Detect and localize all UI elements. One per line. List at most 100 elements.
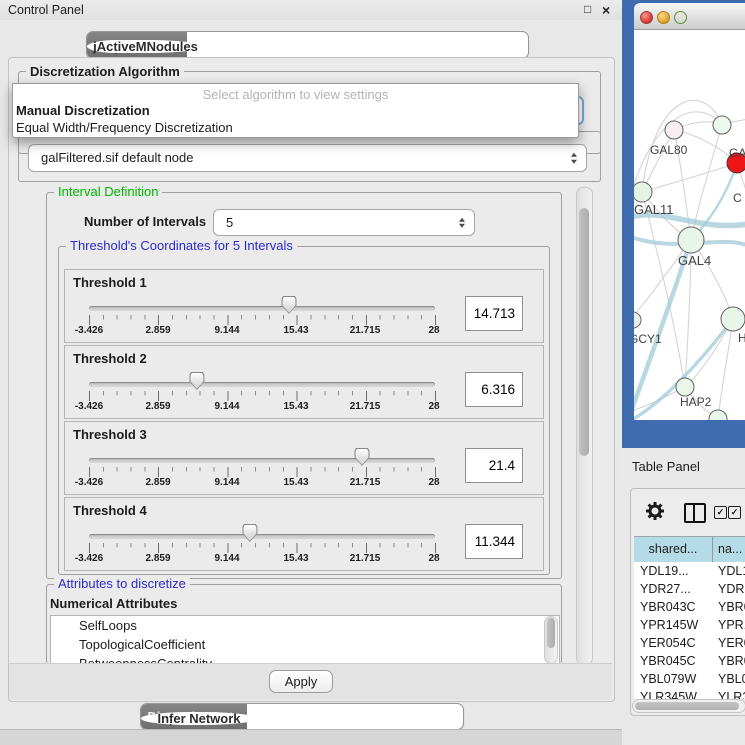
threshold-4-label: Threshold 4 [73,503,147,518]
node-hap2[interactable] [676,378,694,396]
threshold-1-label: Threshold 1 [73,275,147,290]
table-row[interactable]: YER054CYER0... [634,634,745,652]
tick-label: -3.426 [75,401,103,412]
algorithm-placeholder: Select algorithm to view settings [13,87,578,102]
threshold-1-value-field[interactable] [465,296,523,331]
table-hscrollbar-thumb[interactable] [635,702,739,710]
attributes-list-scrollbar[interactable] [544,616,558,664]
table-data-combobox[interactable]: galFiltered.sif default node [28,144,587,172]
control-panel-tabbar: Network Style Select Cyni Toolbox jActiv… [86,31,529,59]
popup-option-manual-discretization[interactable]: Manual Discretization [16,103,150,118]
checkbox-icon[interactable]: ✓ [728,506,741,519]
number-of-intervals-label: Number of Intervals [84,214,206,229]
node-gal80[interactable] [665,121,683,139]
table-horizontal-scrollbar[interactable] [632,699,745,713]
float-window-icon[interactable]: □ [584,2,591,16]
discretization-algorithm-group-title: Discretization Algorithm [26,65,184,78]
tick-label: 21.715 [350,401,381,412]
tick-label: 9.144 [214,325,239,336]
numerical-attributes-label: Numerical Attributes [50,596,177,611]
tick-label: 9.144 [214,401,239,412]
tick-label: 28 [428,401,439,412]
threshold-2-value-field[interactable] [465,372,523,407]
tick-label: 15.43 [283,325,308,336]
list-item[interactable]: TopologicalCoefficient [51,635,559,654]
node-gal4[interactable] [678,227,704,253]
tick-label: 21.715 [350,325,381,336]
table-data-value: galFiltered.sif default node [41,150,193,165]
table-panel-title: Table Panel [632,459,700,474]
threshold-4-value-field[interactable] [465,524,523,559]
node-gcy1[interactable] [634,312,641,328]
node-partial-top-right[interactable] [713,116,731,134]
tick-label: 15.43 [283,477,308,488]
checkbox-icon[interactable]: ✓ [714,506,727,519]
network-window-titlebar[interactable] [634,3,745,30]
threshold-2-slider-thumb[interactable] [189,372,204,390]
node-label: H [738,331,745,345]
tab-jactivemnodules[interactable]: jActiveMNodules [87,40,204,53]
left-footer-strip [0,729,622,745]
threshold-3-box: Threshold 3 -3.426 2.859 9.144 15.43 21.… [64,421,544,495]
attributes-scrollbar-thumb[interactable] [547,618,555,648]
node-h-partial[interactable] [721,307,745,331]
network-canvas[interactable]: GAL80 GA C GAL11 GAL4 GCY1 H HAP2 [634,30,745,420]
split-panel-icon[interactable] [684,503,706,523]
table-row[interactable]: YDR27...YDR2... [634,580,745,598]
threshold-2-box: Threshold 2 -3.426 2.859 9.144 15.43 21.… [64,345,544,419]
node-gal11[interactable] [634,182,652,202]
tick-label: 2.859 [145,325,170,336]
close-traffic-light-icon[interactable] [640,11,653,24]
numerical-attributes-list: SelfLoops TopologicalCoefficient Between… [50,615,560,665]
table-row[interactable]: YPR145WYPR1... [634,616,745,634]
threshold-3-label: Threshold 3 [73,427,147,442]
minimize-traffic-light-icon[interactable] [657,11,670,24]
cyni-bottom-tabbar: Impute Data Discretize Data Infer Networ… [140,703,464,730]
combo-spinner-icon [459,217,465,228]
tick-label: -3.426 [75,477,103,488]
table-row[interactable]: YBR043CYBR0... [634,598,745,616]
tick-label: 21.715 [350,477,381,488]
popup-option-equal-width-frequency[interactable]: Equal Width/Frequency Discretization [16,120,233,135]
close-panel-icon[interactable]: × [602,2,610,18]
threshold-2-label: Threshold 2 [73,351,147,366]
tick-label: -3.426 [75,325,103,336]
table-panel-titlebar: Table Panel [622,448,745,481]
gear-icon[interactable] [646,502,664,520]
list-item[interactable]: SelfLoops [51,616,559,635]
thresholds-group-title: Threshold's Coordinates for 5 Intervals [66,239,297,252]
network-graph: GAL80 GA C GAL11 GAL4 GCY1 H HAP2 [634,30,745,420]
tick-label: 15.43 [283,401,308,412]
table-row[interactable]: YLR345WYLR3... [634,688,745,699]
number-of-intervals-combobox[interactable]: 5 [213,209,475,236]
settings-vertical-scrollbar[interactable] [576,187,593,665]
table-row[interactable]: YBR045CYBR0... [634,652,745,670]
node-bottom-partial[interactable] [709,410,727,420]
settings-scrollbar-thumb[interactable] [579,208,589,456]
tick-label: 28 [428,477,439,488]
apply-button[interactable]: Apply [269,670,333,693]
algorithm-dropdown-popup: Select algorithm to view settings Manual… [12,83,579,138]
column-header-name[interactable]: na... [713,536,745,563]
tab-infer-network[interactable]: Infer Network [141,712,257,725]
threshold-3-value-field[interactable] [465,448,523,483]
node-label: GCY1 [634,332,662,346]
threshold-3-slider-thumb[interactable] [354,448,369,466]
node-label: GA [729,146,745,160]
threshold-4-box: Threshold 4 -3.426 2.859 9.144 15.43 21.… [64,497,544,571]
tick-label: 9.144 [214,553,239,564]
table-row[interactable]: YBL079WYBL0... [634,670,745,688]
threshold-4-slider-thumb[interactable] [242,524,257,542]
tick-label: 21.715 [350,553,381,564]
table-row[interactable]: YDL19...YDL1... [634,562,745,580]
tick-label: -3.426 [75,553,103,564]
control-panel-titlebar: Control Panel □ × [0,0,622,20]
zoom-traffic-light-icon[interactable] [674,11,687,24]
table-body: YDL19...YDL1... YDR27...YDR2... YBR043CY… [634,562,745,699]
tick-label: 2.859 [145,401,170,412]
node-label: GAL80 [650,143,688,157]
threshold-1-slider-thumb[interactable] [281,296,296,314]
number-of-intervals-value: 5 [226,215,233,230]
column-header-shared-name[interactable]: shared... [634,536,713,563]
tick-label: 9.144 [214,477,239,488]
